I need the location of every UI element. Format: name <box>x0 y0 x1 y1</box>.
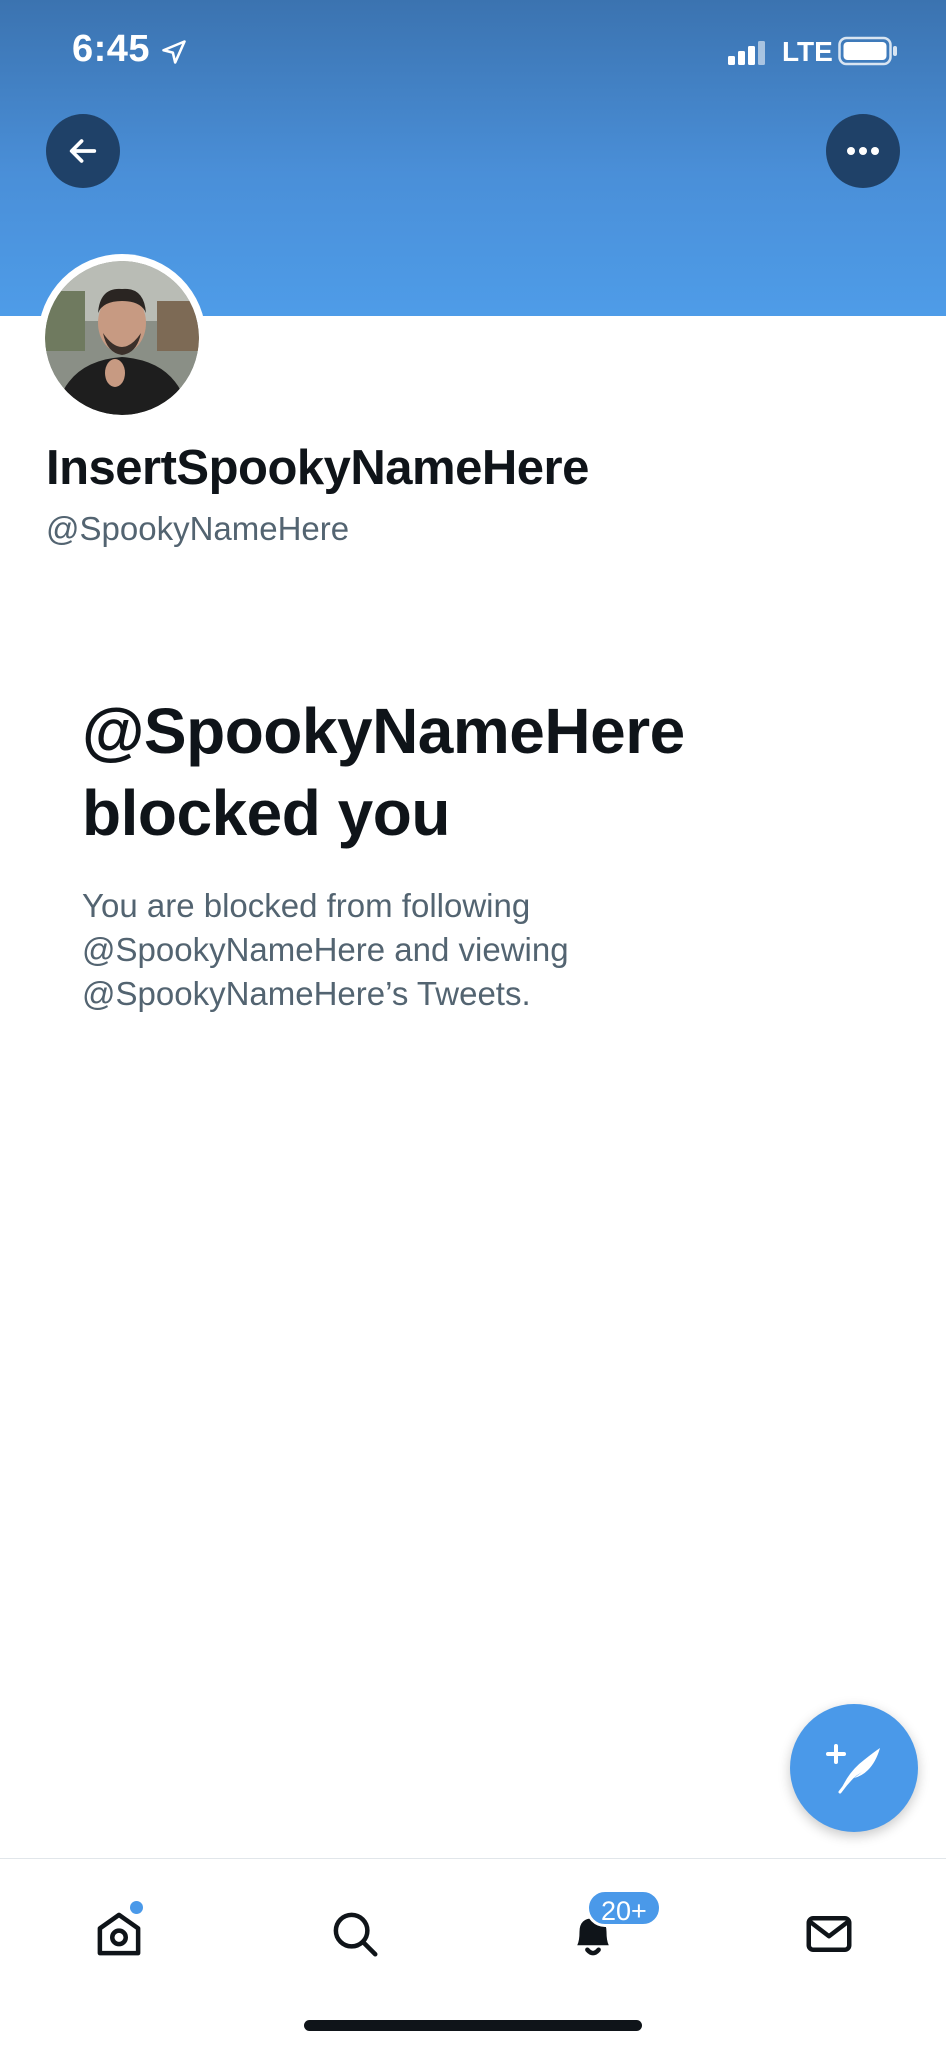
home-icon <box>97 1912 141 1956</box>
blocked-description-line: @SpookyNameHere and viewing <box>82 931 569 968</box>
compose-tweet-icon <box>826 1744 880 1794</box>
network-label: LTE <box>782 36 833 67</box>
status-bar: 6:45 LTE <box>0 0 946 110</box>
mail-icon <box>806 1916 852 1952</box>
arrow-left-icon <box>69 139 97 163</box>
blocked-description-line: You are blocked from following <box>82 887 531 924</box>
home-notification-dot <box>130 1901 143 1914</box>
tab-notifications[interactable]: 20+ <box>548 1889 662 1979</box>
battery-icon <box>838 36 897 66</box>
avatar-photo <box>45 261 199 415</box>
profile-handle: @SpookyNameHere <box>46 510 350 547</box>
profile-display-name: InsertSpookyNameHere <box>46 441 589 495</box>
tab-messages[interactable] <box>784 1889 874 1979</box>
home-indicator[interactable] <box>304 2020 642 2031</box>
compose-tweet-button[interactable] <box>790 1704 918 1832</box>
blocked-title-line: @SpookyNameHere <box>82 695 685 767</box>
more-horizontal-icon <box>847 147 879 155</box>
search-icon <box>333 1912 378 1957</box>
notifications-badge: 20+ <box>586 1889 662 1927</box>
signal-icon <box>728 41 765 65</box>
blocked-description: You are blocked from following @SpookyNa… <box>82 884 642 1016</box>
blocked-description-line: @SpookyNameHere’s Tweets. <box>82 975 531 1012</box>
status-time: 6:45 <box>72 28 151 70</box>
location-arrow-icon <box>162 40 186 64</box>
back-button[interactable] <box>46 114 120 188</box>
blocked-title: @SpookyNameHere blocked you <box>82 690 822 854</box>
more-options-button[interactable] <box>826 114 900 188</box>
blocked-title-line: blocked you <box>82 777 450 849</box>
tab-search[interactable] <box>310 1889 400 1979</box>
avatar[interactable] <box>38 254 206 422</box>
tab-home[interactable] <box>74 1889 164 1979</box>
